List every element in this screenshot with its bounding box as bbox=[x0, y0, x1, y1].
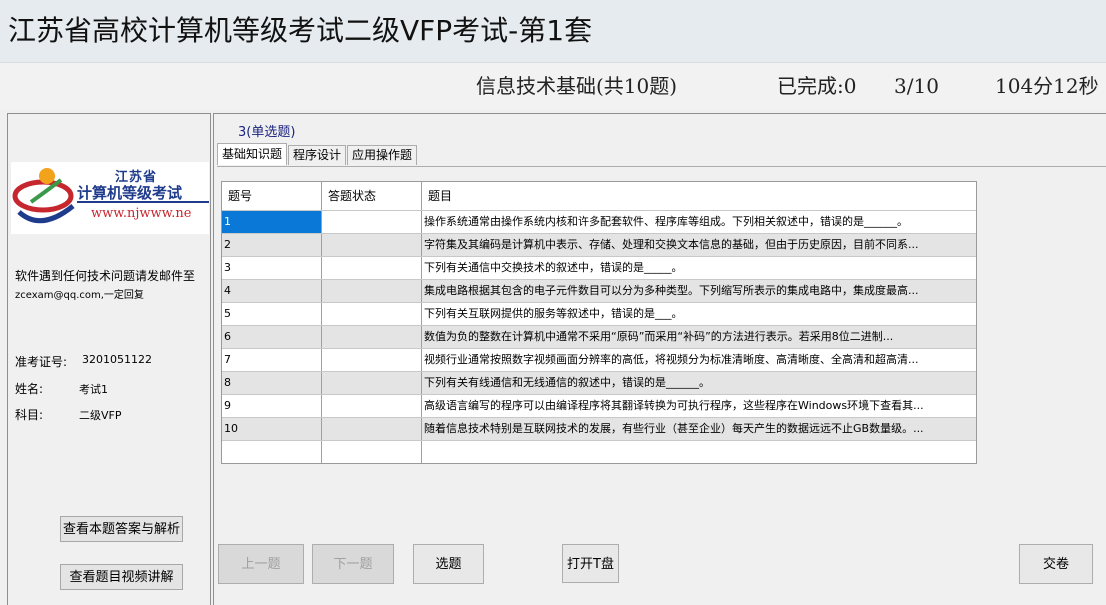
question-text-cell: 下列有关有线通信和无线通信的叙述中，错误的是______。 bbox=[422, 372, 974, 394]
main-panel: 3(单选题) 基础知识题 程序设计 应用操作题 题号 答题状态 题目 1 操作系统… bbox=[213, 113, 1106, 605]
section-label: 信息技术基础(共10题) bbox=[476, 74, 678, 98]
table-row[interactable]: 8 下列有关有线通信和无线通信的叙述中，错误的是______。 bbox=[222, 372, 976, 395]
left-panel: 江苏省 计算机等级考试 www.njwww.ne 软件遇到任何技术问题请发邮件至… bbox=[7, 113, 211, 605]
app-title: 江苏省高校计算机等级考试二级VFP考试-第1套 bbox=[8, 14, 593, 47]
empty-row[interactable] bbox=[222, 441, 976, 463]
question-text-cell: 操作系统通常由操作系统内核和许多配套软件、程序库等组成。下列相关叙述中，错误的是… bbox=[422, 211, 974, 233]
name-label: 姓名: bbox=[15, 382, 44, 396]
exam-logo: 江苏省 计算机等级考试 www.njwww.ne bbox=[11, 162, 209, 234]
support-notice: 软件遇到任何技术问题请发邮件至 zcexam@qq.com,一定回复 bbox=[15, 266, 209, 306]
question-text-cell: 下列有关通信中交换技术的叙述中，错误的是_____。 bbox=[422, 257, 974, 279]
table-row[interactable]: 3 下列有关通信中交换技术的叙述中，错误的是_____。 bbox=[222, 257, 976, 280]
table-row[interactable]: 5 下列有关互联网提供的服务等叙述中，错误的是___。 bbox=[222, 303, 976, 326]
header-number: 题号 bbox=[222, 182, 322, 210]
answer-status-cell bbox=[322, 280, 422, 302]
logo-text-url: www.njwww.ne bbox=[91, 206, 192, 221]
question-number-cell: 4 bbox=[222, 280, 322, 302]
view-answer-button[interactable]: 查看本题答案与解析 bbox=[60, 516, 183, 542]
status-bar: 信息技术基础(共10题) 已完成:0 3/10 104分12秒 bbox=[0, 63, 1106, 109]
countdown-timer: 104分12秒 bbox=[995, 74, 1099, 98]
next-button[interactable]: 下一题 bbox=[312, 544, 394, 584]
question-text-cell: 集成电路根据其包含的电子元件数目可以分为多种类型。下列缩写所表示的集成电路中，集… bbox=[422, 280, 974, 302]
subject-label: 科目: bbox=[15, 408, 44, 422]
title-bar: 江苏省高校计算机等级考试二级VFP考试-第1套 bbox=[0, 0, 1106, 63]
question-number-cell: 7 bbox=[222, 349, 322, 371]
question-number-cell: 5 bbox=[222, 303, 322, 325]
logo-divider bbox=[77, 201, 209, 203]
progress-indicator: 3/10 bbox=[894, 74, 939, 98]
answer-status-cell bbox=[322, 349, 422, 371]
question-number-cell: 9 bbox=[222, 395, 322, 417]
question-text-cell: 随着信息技术特别是互联网技术的发展，有些行业（甚至企业）每天产生的数据远远不止G… bbox=[422, 418, 974, 440]
prev-button[interactable]: 上一题 bbox=[218, 544, 304, 584]
question-type: 3(单选题) bbox=[238, 125, 296, 140]
answer-status-cell bbox=[322, 303, 422, 325]
table-row[interactable]: 6 数值为负的整数在计算机中通常不采用“原码”而采用“补码”的方法进行表示。若采用… bbox=[222, 326, 976, 349]
table-row[interactable]: 10 随着信息技术特别是互联网技术的发展，有些行业（甚至企业）每天产生的数据远远不… bbox=[222, 418, 976, 441]
completed-count: 已完成:0 bbox=[777, 74, 857, 98]
exam-id-value: 3201051122 bbox=[82, 353, 152, 366]
question-number-cell: 8 bbox=[222, 372, 322, 394]
subject-value: 二级VFP bbox=[79, 409, 122, 422]
open-t-drive-button[interactable]: 打开T盘 bbox=[562, 544, 619, 583]
question-number-cell: 3 bbox=[222, 257, 322, 279]
table-row[interactable]: 7 视频行业通常按照数字视频画面分辨率的高低，将视频分为标准清晰度、高清晰度、全高… bbox=[222, 349, 976, 372]
grid-body: 1 操作系统通常由操作系统内核和许多配套软件、程序库等组成。下列相关叙述中，错误的… bbox=[222, 211, 976, 441]
name-value: 考试1 bbox=[79, 383, 108, 396]
table-row[interactable]: 1 操作系统通常由操作系统内核和许多配套软件、程序库等组成。下列相关叙述中，错误的… bbox=[222, 211, 976, 234]
logo-text-name: 计算机等级考试 bbox=[77, 184, 183, 202]
header-question: 题目 bbox=[422, 182, 974, 210]
tab-bar: 基础知识题 程序设计 应用操作题 bbox=[217, 143, 418, 166]
answer-status-cell bbox=[322, 234, 422, 256]
answer-status-cell bbox=[322, 418, 422, 440]
question-grid: 题号 答题状态 题目 1 操作系统通常由操作系统内核和许多配套软件、程序库等组成。… bbox=[221, 181, 977, 464]
tab-content: 题号 答题状态 题目 1 操作系统通常由操作系统内核和许多配套软件、程序库等组成。… bbox=[217, 166, 1106, 542]
question-text-cell: 高级语言编写的程序可以由编译程序将其翻译转换为可执行程序，这些程序在Window… bbox=[422, 395, 974, 417]
answer-status-cell bbox=[322, 372, 422, 394]
question-number-cell: 2 bbox=[222, 234, 322, 256]
question-text-cell: 字符集及其编码是计算机中表示、存储、处理和交换文本信息的基础，但由于历史原因，目… bbox=[422, 234, 974, 256]
exam-id-label: 准考证号: bbox=[15, 355, 68, 369]
tab-programming[interactable]: 程序设计 bbox=[288, 145, 347, 165]
select-question-button[interactable]: 选题 bbox=[413, 544, 484, 584]
empty-cell bbox=[422, 441, 974, 463]
answer-status-cell bbox=[322, 326, 422, 348]
support-text: 软件遇到任何技术问题请发邮件至 bbox=[15, 269, 196, 283]
table-row[interactable]: 2 字符集及其编码是计算机中表示、存储、处理和交换文本信息的基础，但由于历史原因，… bbox=[222, 234, 976, 257]
support-email: zcexam@qq.com,一定回复 bbox=[15, 290, 144, 301]
logo-icon bbox=[12, 168, 75, 224]
question-number-cell: 10 bbox=[222, 418, 322, 440]
header-status: 答题状态 bbox=[322, 182, 422, 210]
answer-status-cell bbox=[322, 395, 422, 417]
answer-status-cell bbox=[322, 257, 422, 279]
empty-cell bbox=[222, 441, 322, 463]
grid-header: 题号 答题状态 题目 bbox=[222, 182, 976, 211]
tab-application[interactable]: 应用操作题 bbox=[347, 145, 418, 165]
view-video-button[interactable]: 查看题目视频讲解 bbox=[60, 564, 183, 590]
answer-status-cell bbox=[322, 211, 422, 233]
submit-exam-button[interactable]: 交卷 bbox=[1019, 544, 1093, 584]
question-number-cell: 6 bbox=[222, 326, 322, 348]
question-text-cell: 下列有关互联网提供的服务等叙述中，错误的是___。 bbox=[422, 303, 974, 325]
table-row[interactable]: 4 集成电路根据其包含的电子元件数目可以分为多种类型。下列缩写所表示的集成电路中，… bbox=[222, 280, 976, 303]
question-number-cell: 1 bbox=[222, 211, 322, 233]
question-text-cell: 数值为负的整数在计算机中通常不采用“原码”而采用“补码”的方法进行表示。若采用8… bbox=[422, 326, 974, 348]
tab-basic-knowledge[interactable]: 基础知识题 bbox=[217, 143, 288, 165]
empty-cell bbox=[322, 441, 422, 463]
table-row[interactable]: 9 高级语言编写的程序可以由编译程序将其翻译转换为可执行程序，这些程序在Windo… bbox=[222, 395, 976, 418]
question-text-cell: 视频行业通常按照数字视频画面分辨率的高低，将视频分为标准清晰度、高清晰度、全高清… bbox=[422, 349, 974, 371]
